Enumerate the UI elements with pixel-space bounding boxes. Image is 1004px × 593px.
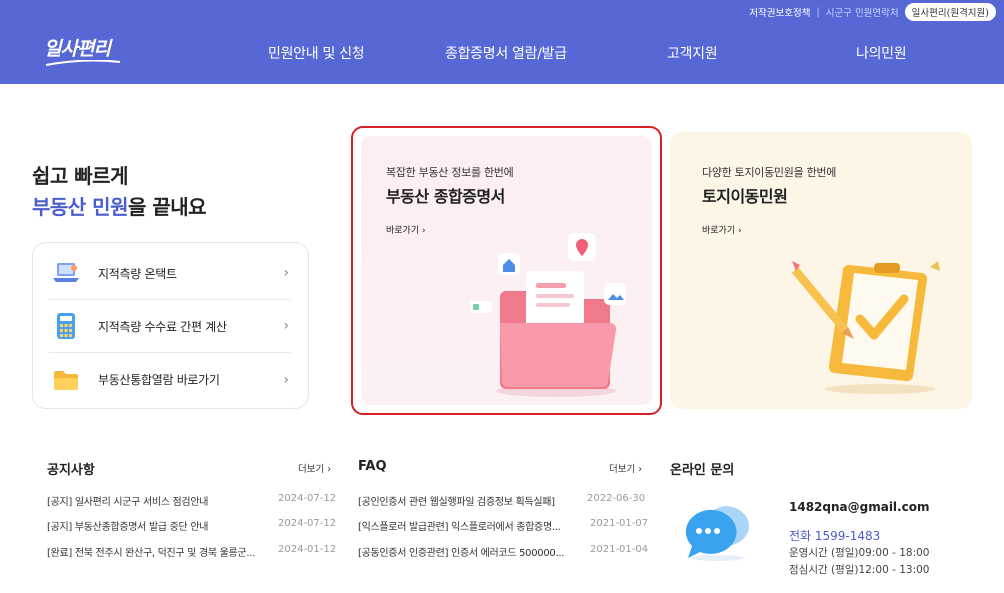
notice-item[interactable]: [공지] 일사편리 시군구 서비스 점검안내 <box>47 493 208 508</box>
notice-date: 2024-07-12 <box>278 493 337 504</box>
more-label: 더보기 <box>298 464 325 475</box>
chevron-right-icon: › <box>283 318 289 334</box>
faq-item[interactable]: [공인인증서 관련 웹실행파일 검증정보 획득실패] <box>358 493 555 508</box>
card-go-link[interactable]: 바로가기 › <box>386 223 426 236</box>
notice-date: 2024-01-12 <box>278 544 337 555</box>
faq-date: 2021-01-07 <box>590 518 649 529</box>
calculator-icon <box>51 311 81 341</box>
top-utility-bar: 저작권보호정책 | 시군구 민원연락처 일사편리(원격지원) <box>0 0 1004 24</box>
hero-line-2: 부동산 민원을 끝내요 <box>32 191 207 220</box>
card-title: 토지이동민원 <box>702 187 788 206</box>
quick-link-integrated-view[interactable]: 부동산통합열람 바로가기 › <box>49 353 291 406</box>
card-subtitle: 복잡한 부동산 정보를 한번에 <box>386 166 514 179</box>
faq-date: 2021-01-04 <box>590 544 649 555</box>
notice-item[interactable]: [공지] 부동산종합증명서 발급 중단 안내 <box>47 518 208 533</box>
notice-date: 2024-07-12 <box>278 518 337 529</box>
card-subtitle: 다양한 토지이동민원을 한번에 <box>702 166 837 179</box>
quick-link-onetact[interactable]: 지적측량 온택트 › <box>49 247 291 300</box>
chat-bubble-icon <box>685 506 750 561</box>
faq-date: 2022-06-30 <box>587 493 646 504</box>
quick-links-box: 지적측량 온택트 › 지적측량 수수료 간편 계산 › 부동산통합열람 바로가기… <box>32 242 309 409</box>
inquiry-phone[interactable]: 전화 1599-1483 <box>789 527 880 544</box>
copyright-policy-link[interactable]: 저작권보호정책 <box>749 5 810 19</box>
notice-section-title: 공지사항 <box>47 463 95 478</box>
card-go-link[interactable]: 바로가기 › <box>702 223 742 236</box>
nav-my-complaints[interactable]: 나의민원 <box>856 43 907 63</box>
real-estate-certificate-card[interactable]: 복잡한 부동산 정보를 한번에 부동산 종합증명서 바로가기 › <box>351 126 662 415</box>
hero-line-1: 쉽고 빠르게 <box>32 164 128 188</box>
folder-icon <box>51 365 81 395</box>
hero-rest: 을 끝내요 <box>127 195 207 219</box>
notice-item[interactable]: [완료] 전북 전주시 완산구, 덕진구 및 경북 울릉군... <box>47 544 255 559</box>
land-movement-card[interactable]: 다양한 토지이동민원을 한번에 토지이동민원 바로가기 › <box>670 132 972 409</box>
faq-section-title: FAQ <box>358 459 387 474</box>
online-inquiry-title: 온라인 문의 <box>670 463 735 478</box>
faq-item[interactable]: [공동인증서 인증관련] 인증서 에러코드 500000... <box>358 544 564 559</box>
operating-hours: 운영시간 (평일)09:00 - 18:00 <box>789 547 930 559</box>
site-logo[interactable]: 일사편리 <box>44 34 121 66</box>
lunch-hours: 점심시간 (평일)12:00 - 13:00 <box>789 564 930 576</box>
nav-apply[interactable]: 민원안내 및 신청 <box>268 43 365 63</box>
nav-support[interactable]: 고객지원 <box>667 43 718 63</box>
hero-highlight: 부동산 민원 <box>32 195 128 219</box>
clipboard-check-illustration <box>792 261 940 394</box>
chevron-right-icon: › <box>283 265 289 281</box>
laptop-icon <box>51 258 81 288</box>
card-background: 복잡한 부동산 정보를 한번에 부동산 종합증명서 바로가기 › <box>361 136 652 405</box>
logo-swoosh-icon <box>45 60 121 66</box>
go-label: 바로가기 <box>702 226 736 236</box>
card-title: 부동산 종합증명서 <box>386 187 505 206</box>
main-navigation: 일사편리 민원안내 및 신청 종합증명서 열람/발급 고객지원 나의민원 <box>0 24 1004 84</box>
faq-item[interactable]: [익스플로러 발급관련] 익스플로러에서 종합증명... <box>358 518 561 533</box>
faq-more-link[interactable]: 더보기 › <box>609 461 642 475</box>
quick-link-label: 지적측량 온택트 <box>98 266 177 281</box>
more-label: 더보기 <box>609 464 636 475</box>
nav-certificate[interactable]: 종합증명서 열람/발급 <box>445 43 567 63</box>
quick-link-fee-calc[interactable]: 지적측량 수수료 간편 계산 › <box>49 300 291 353</box>
logo-text: 일사편리 <box>44 38 111 60</box>
quick-link-label: 지적측량 수수료 간편 계산 <box>98 319 227 334</box>
remote-support-button[interactable]: 일사편리(원격지원) <box>904 3 996 21</box>
go-label: 바로가기 <box>386 226 420 236</box>
inquiry-email[interactable]: 1482qna@gmail.com <box>789 500 929 514</box>
quick-link-label: 부동산통합열람 바로가기 <box>98 373 220 387</box>
folder-documents-illustration <box>470 233 626 397</box>
district-contact-link[interactable]: 시군구 민원연락처 <box>826 5 899 19</box>
chevron-right-icon: › <box>283 371 289 388</box>
notice-more-link[interactable]: 더보기 › <box>298 461 331 475</box>
divider: | <box>816 6 820 18</box>
